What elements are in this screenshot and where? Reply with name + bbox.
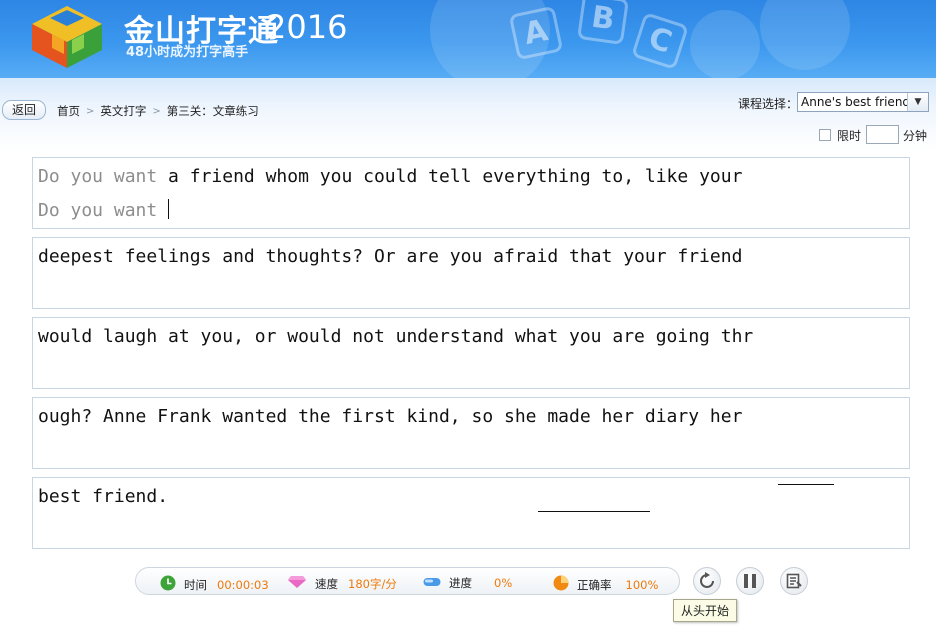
source-text-line: best friend. bbox=[38, 486, 169, 507]
progress-pill-icon bbox=[423, 576, 441, 590]
stat-accuracy-value: 100% bbox=[625, 577, 659, 592]
pause-button[interactable] bbox=[736, 567, 764, 595]
breadcrumb-english-typing[interactable]: 英文打字 bbox=[100, 103, 146, 119]
time-limit-label: 限时 bbox=[837, 129, 862, 143]
app-logo-icon bbox=[32, 6, 102, 68]
stat-time-label: 时间 bbox=[184, 577, 207, 592]
course-select-value: Anne's best friend bbox=[801, 95, 911, 109]
typing-line-box[interactable]: best friend. bbox=[32, 477, 910, 549]
stat-accuracy: 正确率 100% bbox=[553, 575, 658, 594]
app-year: 2016 bbox=[266, 8, 348, 46]
restart-icon bbox=[700, 572, 714, 588]
typing-line-box[interactable]: ough? Anne Frank wanted the first kind, … bbox=[32, 397, 910, 469]
decor-letter-a: A bbox=[508, 5, 564, 61]
stray-mark bbox=[538, 511, 650, 512]
source-text-line: Do you want a friend whom you could tell… bbox=[38, 166, 743, 187]
decor-bubble bbox=[760, 0, 850, 70]
status-bar: 时间 00:00:03 速度 180字/分 进度 0% 正确率 100% bbox=[135, 567, 680, 595]
time-limit-checkbox[interactable] bbox=[819, 129, 831, 141]
time-limit-input[interactable] bbox=[866, 125, 899, 144]
source-text-line: deepest feelings and thoughts? Or are yo… bbox=[38, 246, 743, 267]
app-header: A B C 金山打字通 2016 48小时成为打字高手 bbox=[0, 0, 936, 78]
stat-time-value: 00:00:03 bbox=[217, 577, 269, 592]
stat-accuracy-label: 正确率 bbox=[577, 577, 612, 592]
breadcrumb: 首页 > 英文打字 > 第三关：文章练习 bbox=[57, 103, 259, 119]
stat-speed: 速度 180字/分 bbox=[287, 575, 397, 592]
stat-progress-label: 进度 bbox=[449, 576, 472, 590]
app-slogan: 48小时成为打字高手 bbox=[126, 45, 249, 60]
chevron-down-icon[interactable]: ▼ bbox=[907, 93, 928, 111]
typed-text: Do you want bbox=[38, 200, 158, 221]
stat-speed-value: 180字/分 bbox=[348, 576, 397, 591]
back-button[interactable]: 返回 bbox=[2, 100, 46, 120]
diamond-icon bbox=[287, 575, 307, 592]
course-select-label: 课程选择： bbox=[738, 97, 799, 111]
stat-progress-value: 0% bbox=[494, 576, 513, 590]
decor-letter-c: C bbox=[631, 12, 689, 70]
typed-text-line[interactable]: Do you want bbox=[38, 199, 170, 221]
report-icon bbox=[786, 573, 802, 589]
typing-line-box[interactable]: Do you want a friend whom you could tell… bbox=[32, 157, 910, 229]
stat-progress: 进度 0% bbox=[423, 575, 512, 591]
breadcrumb-home[interactable]: 首页 bbox=[57, 103, 80, 119]
stat-time: 时间 00:00:03 bbox=[160, 575, 269, 594]
clock-icon bbox=[160, 575, 176, 594]
stat-speed-label: 速度 bbox=[315, 576, 338, 591]
restart-button[interactable] bbox=[693, 567, 721, 595]
report-button[interactable] bbox=[780, 567, 808, 595]
restart-tooltip: 从头开始 bbox=[673, 599, 738, 622]
decor-bubble bbox=[690, 10, 760, 78]
nav-bar: 返回 首页 > 英文打字 > 第三关：文章练习 课程选择： Anne's bes… bbox=[0, 78, 936, 150]
source-text-line: ough? Anne Frank wanted the first kind, … bbox=[38, 406, 743, 427]
text-caret bbox=[168, 199, 170, 219]
stray-mark bbox=[778, 484, 834, 485]
typed-prefix: Do you want bbox=[38, 166, 158, 187]
breadcrumb-separator: > bbox=[152, 105, 161, 117]
course-select[interactable]: Anne's best friend ▼ bbox=[797, 92, 929, 112]
time-limit-unit: 分钟 bbox=[903, 129, 928, 143]
pause-icon bbox=[744, 574, 756, 588]
typing-line-box[interactable]: would laugh at you, or would not underst… bbox=[32, 317, 910, 389]
breadcrumb-separator: > bbox=[86, 105, 95, 117]
typing-line-box[interactable]: deepest feelings and thoughts? Or are yo… bbox=[32, 237, 910, 309]
decor-letter-b: B bbox=[577, 0, 629, 45]
breadcrumb-current-level: 第三关：文章练习 bbox=[166, 104, 259, 118]
pie-chart-icon bbox=[553, 575, 569, 594]
source-text-line: would laugh at you, or would not underst… bbox=[38, 326, 754, 347]
